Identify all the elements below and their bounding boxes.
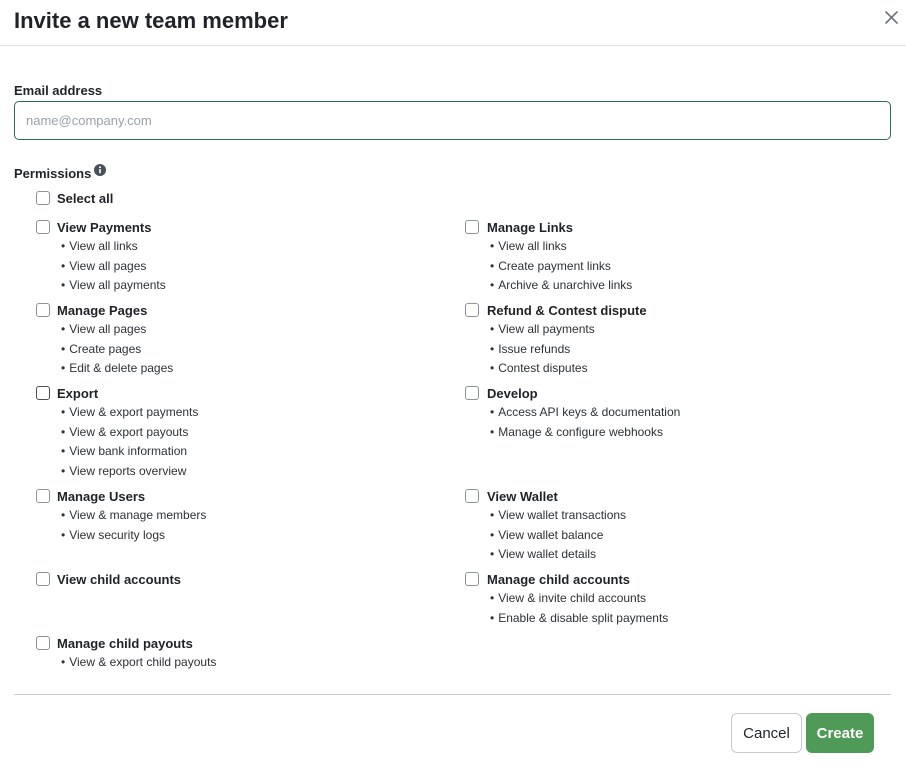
export-label: Export [57, 386, 99, 401]
view-child-accounts-label: View child accounts [57, 572, 182, 587]
manage-child-accounts-label: Manage child accounts [487, 572, 631, 587]
close-icon [884, 10, 898, 24]
list-item: View reports overview [61, 462, 198, 482]
view-wallet-checkbox[interactable] [465, 489, 479, 503]
develop-checkbox[interactable] [465, 386, 479, 400]
refund-contest-checkbox[interactable] [465, 303, 479, 317]
list-item: Enable & disable split payments [490, 609, 668, 629]
list-item: View bank information [61, 442, 198, 462]
manage-child-payouts-label: Manage child payouts [57, 636, 193, 651]
email-input[interactable] [14, 101, 891, 140]
info-icon [94, 164, 106, 176]
export-permissions: View & export payments View & export pay… [61, 403, 198, 481]
dialog-title: Invite a new team member [14, 8, 288, 33]
list-item: View wallet balance [490, 526, 626, 546]
list-item: View all pages [61, 320, 173, 340]
manage-child-payouts-permissions: View & export child payouts [61, 653, 216, 673]
manage-links-permissions: View all links Create payment links Arch… [490, 237, 632, 296]
list-item: Issue refunds [490, 340, 595, 360]
list-item: View all payments [490, 320, 595, 340]
view-child-accounts-checkbox[interactable] [36, 572, 50, 586]
list-item: View & export payments [61, 403, 198, 423]
list-item: Access API keys & documentation [490, 403, 680, 423]
manage-links-label: Manage Links [487, 220, 573, 235]
list-item: View all links [490, 237, 632, 257]
manage-child-accounts-checkbox[interactable] [465, 572, 479, 586]
list-item: View all pages [61, 257, 166, 277]
list-item: View all links [61, 237, 166, 257]
list-item: View & manage members [61, 506, 206, 526]
list-item: Manage & configure webhooks [490, 423, 680, 443]
manage-users-checkbox[interactable] [36, 489, 50, 503]
refund-contest-label: Refund & Contest dispute [487, 303, 647, 318]
list-item: View & export payouts [61, 423, 198, 443]
list-item: Edit & delete pages [61, 359, 173, 379]
export-checkbox[interactable] [36, 386, 50, 400]
cancel-button[interactable]: Cancel [731, 713, 802, 753]
view-payments-label: View Payments [57, 220, 152, 235]
manage-users-permissions: View & manage members View security logs [61, 506, 206, 545]
list-item: View & invite child accounts [490, 589, 668, 609]
refund-contest-permissions: View all payments Issue refunds Contest … [490, 320, 595, 379]
view-payments-permissions: View all links View all pages View all p… [61, 237, 166, 296]
list-item: Create pages [61, 340, 173, 360]
manage-pages-checkbox[interactable] [36, 303, 50, 317]
manage-users-label: Manage Users [57, 489, 146, 504]
view-wallet-permissions: View wallet transactions View wallet bal… [490, 506, 626, 565]
list-item: View security logs [61, 526, 206, 546]
manage-child-accounts-permissions: View & invite child accounts Enable & di… [490, 589, 668, 628]
dialog-header: Invite a new team member [0, 0, 906, 46]
list-item: View wallet details [490, 545, 626, 565]
manage-pages-permissions: View all pages Create pages Edit & delet… [61, 320, 173, 379]
list-item: View wallet transactions [490, 506, 626, 526]
develop-permissions: Access API keys & documentation Manage &… [490, 403, 680, 442]
manage-links-checkbox[interactable] [465, 220, 479, 234]
footer-divider [14, 694, 891, 695]
manage-pages-label: Manage Pages [57, 303, 148, 318]
list-item: Contest disputes [490, 359, 595, 379]
select-all-checkbox[interactable] [36, 191, 50, 205]
list-item: View & export child payouts [61, 653, 216, 673]
create-button[interactable]: Create [806, 713, 874, 753]
manage-child-payouts-checkbox[interactable] [36, 636, 50, 650]
close-button[interactable] [880, 6, 902, 28]
view-payments-checkbox[interactable] [36, 220, 50, 234]
select-all-label: Select all [57, 191, 114, 206]
develop-label: Develop [487, 386, 538, 401]
email-label: Email address [14, 83, 103, 98]
list-item: View all payments [61, 276, 166, 296]
list-item: Create payment links [490, 257, 632, 277]
list-item: Archive & unarchive links [490, 276, 632, 296]
permissions-label: Permissions [14, 166, 92, 181]
view-wallet-label: View Wallet [487, 489, 558, 504]
